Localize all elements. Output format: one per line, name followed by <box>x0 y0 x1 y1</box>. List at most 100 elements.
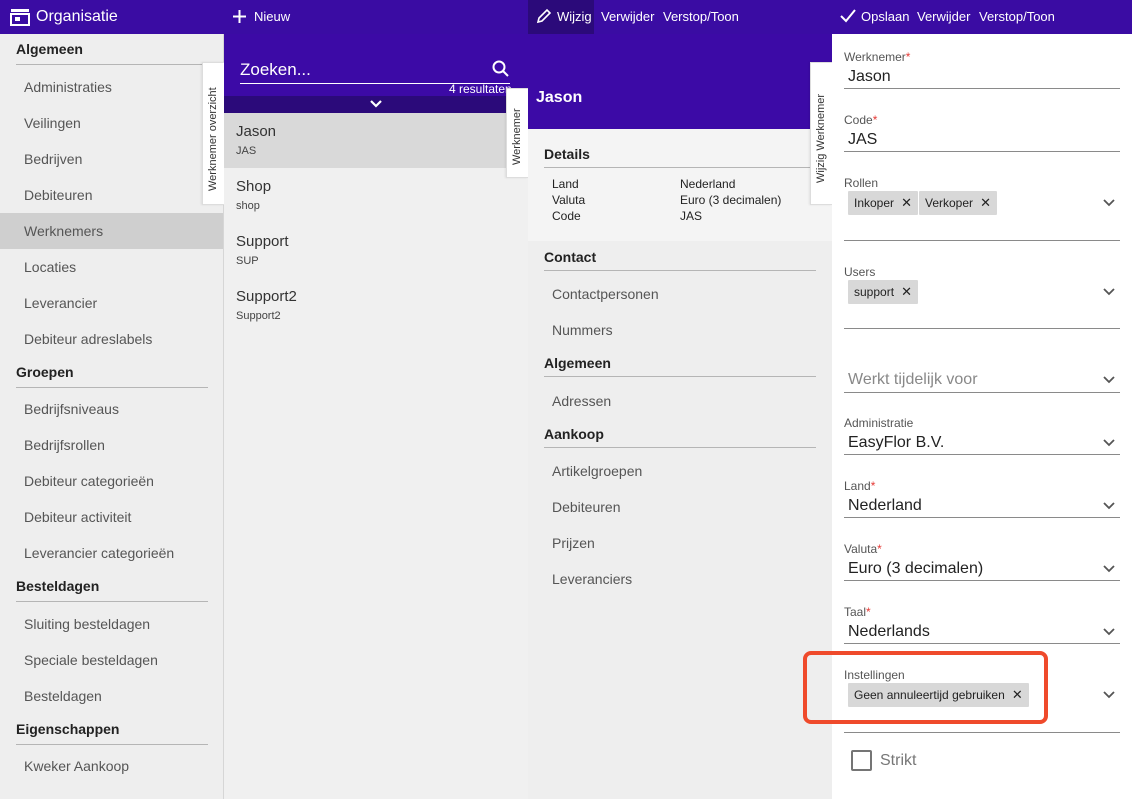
employee-field[interactable]: Jason <box>848 68 891 86</box>
app-title: Organisatie <box>36 8 118 25</box>
tab-wijzig-werknemer[interactable]: Wijzig Werknemer <box>810 62 832 205</box>
section-details-header: Details <box>544 140 816 168</box>
country-underline <box>844 517 1120 518</box>
strict-checkbox[interactable] <box>851 750 872 771</box>
currency-label: Valuta* <box>844 542 882 556</box>
close-icon[interactable]: ✕ <box>901 280 912 304</box>
link-debiteuren[interactable]: Debiteuren <box>552 499 621 515</box>
settings-underline <box>844 732 1120 733</box>
sidebar-item-administraties[interactable]: Administraties <box>0 69 223 105</box>
chevron-down-icon[interactable] <box>1102 373 1116 387</box>
sidebar-nav: Algemeen Administraties Veilingen Bedrij… <box>0 34 224 799</box>
sidebar-item-besteldagen[interactable]: Besteldagen <box>0 678 223 714</box>
chevron-down-icon[interactable] <box>1102 196 1116 210</box>
employee-field-underline <box>844 88 1120 89</box>
chevron-down-icon[interactable] <box>369 99 383 109</box>
language-underline <box>844 643 1120 644</box>
close-icon[interactable]: ✕ <box>980 191 991 215</box>
currency-select[interactable]: Euro (3 decimalen) <box>848 560 983 578</box>
code-field[interactable]: JAS <box>848 131 877 149</box>
sidebar-item-debiteuren[interactable]: Debiteuren <box>0 177 223 213</box>
role-chip-verkoper[interactable]: Verkoper ✕ <box>919 191 998 215</box>
admin-select[interactable]: EasyFlor B.V. <box>848 434 944 452</box>
delete-button-2[interactable]: Verwijder <box>917 0 970 34</box>
close-icon[interactable]: ✕ <box>901 191 912 215</box>
chevron-down-icon[interactable] <box>1102 625 1116 639</box>
link-prijzen[interactable]: Prijzen <box>552 535 595 551</box>
sidebar-item-speciale-besteldagen[interactable]: Speciale besteldagen <box>0 642 223 678</box>
currency-underline <box>844 580 1120 581</box>
nav-group-algemeen: Algemeen <box>16 34 208 65</box>
detail-value-valuta: Euro (3 decimalen) <box>680 193 782 207</box>
check-icon[interactable] <box>840 9 856 23</box>
sidebar-item-werknemers[interactable]: Werknemers <box>0 213 223 249</box>
list-item[interactable]: Support SUP <box>224 223 528 278</box>
chevron-down-icon[interactable] <box>1102 436 1116 450</box>
link-contactpersonen[interactable]: Contactpersonen <box>552 286 659 302</box>
user-chip-support[interactable]: support ✕ <box>848 280 919 304</box>
details-title: Jason <box>536 89 583 106</box>
sidebar-item-bedrijfsrollen[interactable]: Bedrijfsrollen <box>0 427 223 463</box>
search-icon[interactable] <box>492 60 509 77</box>
save-button[interactable]: Opslaan <box>861 0 909 34</box>
list-item-name: Support <box>236 233 289 250</box>
toolbar: Organisatie Nieuw Wijzig Verwijder Verst… <box>0 0 1132 34</box>
sidebar-item-kweker-aankoop[interactable]: Kweker Aankoop <box>0 748 223 784</box>
link-adressen[interactable]: Adressen <box>552 393 611 409</box>
section-aankoop-header: Aankoop <box>544 420 816 448</box>
list-item-name: Support2 <box>236 288 297 305</box>
hide-show-button[interactable]: Verstop/Toon <box>663 0 739 34</box>
plus-icon[interactable] <box>233 10 246 23</box>
link-leveranciers[interactable]: Leveranciers <box>552 571 632 587</box>
sidebar-item-leverancier-categorieen[interactable]: Leverancier categorieën <box>0 535 223 571</box>
link-nummers[interactable]: Nummers <box>552 322 613 338</box>
sidebar-item-debiteur-adreslabels[interactable]: Debiteur adreslabels <box>0 321 223 357</box>
temp-for-select[interactable]: Werkt tijdelijk voor <box>848 371 978 389</box>
admin-underline <box>844 454 1120 455</box>
chevron-down-icon[interactable] <box>1102 285 1116 299</box>
tab-werknemer[interactable]: Werknemer <box>506 88 528 178</box>
details-title-bar: Jason <box>528 34 832 129</box>
nav-group-besteldagen: Besteldagen <box>16 571 208 602</box>
sidebar-item-bedrijven[interactable]: Bedrijven <box>0 141 223 177</box>
sidebar-item-debiteur-categorieen[interactable]: Debiteur categorieën <box>0 463 223 499</box>
strict-label: Strikt <box>880 752 917 769</box>
hide-show-button-2[interactable]: Verstop/Toon <box>979 0 1055 34</box>
language-label: Taal* <box>844 605 871 619</box>
sidebar-item-leverancier[interactable]: Leverancier <box>0 285 223 321</box>
details-panel: Jason Details Land Nederland Valuta Euro… <box>528 34 832 799</box>
sidebar-item-locaties[interactable]: Locaties <box>0 249 223 285</box>
temp-for-underline <box>844 392 1120 393</box>
list-item-code: SUP <box>236 255 259 267</box>
link-artikelgroepen[interactable]: Artikelgroepen <box>552 463 642 479</box>
list-item[interactable]: Support2 Support2 <box>224 278 528 333</box>
section-algemeen-header: Algemeen <box>544 349 816 377</box>
roles-label: Rollen <box>844 176 879 190</box>
pencil-icon[interactable] <box>536 8 552 24</box>
org-icon <box>10 8 30 26</box>
role-chip-inkoper[interactable]: Inkoper ✕ <box>848 191 919 215</box>
language-select[interactable]: Nederlands <box>848 623 930 641</box>
list-item[interactable]: Jason JAS <box>224 113 528 168</box>
country-label: Land* <box>844 479 876 493</box>
chevron-down-icon[interactable] <box>1102 499 1116 513</box>
list-item[interactable]: Shop shop <box>224 168 528 223</box>
list-item-code: shop <box>236 200 260 212</box>
detail-key-land: Land <box>552 177 579 191</box>
chevron-down-icon[interactable] <box>1102 688 1116 702</box>
country-select[interactable]: Nederland <box>848 497 922 515</box>
tab-werknemer-overzicht[interactable]: Werknemer overzicht <box>202 62 224 205</box>
sidebar-item-debiteur-activiteit[interactable]: Debiteur activiteit <box>0 499 223 535</box>
chevron-down-icon[interactable] <box>1102 562 1116 576</box>
new-button[interactable]: Nieuw <box>254 0 290 34</box>
sidebar-item-sluiting-besteldagen[interactable]: Sluiting besteldagen <box>0 606 223 642</box>
sidebar-item-veilingen[interactable]: Veilingen <box>0 105 223 141</box>
list-item-name: Shop <box>236 178 272 195</box>
sidebar-item-bedrijfsniveaus[interactable]: Bedrijfsniveaus <box>0 391 223 427</box>
delete-button[interactable]: Verwijder <box>601 0 654 34</box>
search-input[interactable]: Zoeken... <box>240 60 510 84</box>
code-field-underline <box>844 151 1120 152</box>
edit-button[interactable]: Wijzig <box>557 0 592 34</box>
list-item-code: JAS <box>236 145 257 157</box>
detail-key-code: Code <box>552 209 581 223</box>
